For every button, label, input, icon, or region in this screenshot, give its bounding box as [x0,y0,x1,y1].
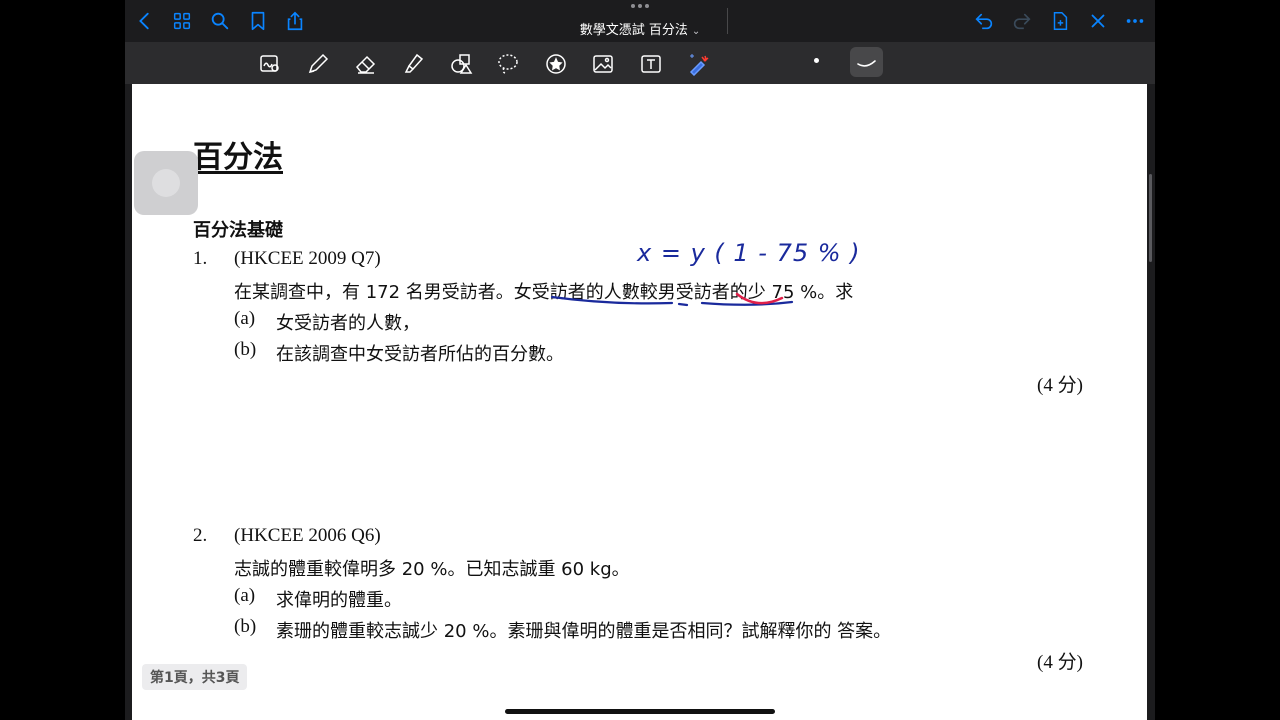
marks-label: (4 分) [1037,375,1083,396]
undo-icon[interactable] [972,9,996,33]
text-icon[interactable] [637,50,665,78]
floating-assistive-button[interactable] [134,151,198,215]
part-text: 女受訪者的人數， [276,313,420,334]
stroke-size-dot[interactable] [814,58,819,63]
multitasking-handle[interactable] [630,4,650,10]
question-stem: 志誠的體重較偉明多 20 %。已知志誠重 60 kg。 [234,559,630,580]
document-title-text[interactable]: 數學文憑試 百分法 [580,23,688,38]
zoom-window-icon[interactable] [256,50,284,78]
image-icon[interactable] [589,50,617,78]
question-number: 1. [193,248,208,269]
tools-toolbar [125,42,1155,84]
navigation-bar: 數學文憑試 百分法 ⌄ [125,0,1155,42]
question-source: (HKCEE 2006 Q6) [234,525,381,546]
chevron-down-icon[interactable]: ⌄ [692,26,700,37]
part-text: 求偉明的體重。 [276,590,402,611]
part-text: 在該調查中女受訪者所佔的百分數。 [276,344,564,365]
home-indicator[interactable] [505,709,775,714]
document-page[interactable]: 百分法 百分法基礎 1. (HKCEE 2009 Q7) 在某調查中，有 172… [132,84,1147,720]
pen-icon[interactable] [304,50,332,78]
toolbar-divider [727,8,728,34]
close-icon[interactable] [1086,9,1110,33]
document-canvas[interactable]: 百分法 百分法基礎 1. (HKCEE 2009 Q7) 在某調查中，有 172… [125,84,1155,720]
more-icon[interactable] [1123,9,1147,33]
page-indicator: 第1頁，共3頁 [142,664,248,690]
highlighter-icon[interactable] [399,50,427,78]
redo-icon[interactable] [1010,9,1034,33]
stroke-preset-button[interactable] [850,47,883,77]
lasso-icon[interactable] [494,50,522,78]
question-source: (HKCEE 2009 Q7) [234,248,381,269]
scrollbar[interactable] [1149,174,1152,262]
add-page-icon[interactable] [1048,9,1072,33]
part-label: (a) [234,585,256,606]
laser-pointer-icon[interactable] [685,50,713,78]
sticker-icon[interactable] [542,50,570,78]
app-window: 數學文憑試 百分法 ⌄ 百分法 百分法基礎 1. (HKCEE 2009 Q7)… [125,0,1155,720]
part-label: (b) [234,616,257,637]
handwritten-equation[interactable]: x = y ( 1 - 75 % ) [637,239,861,267]
page-title: 百分法 [193,140,283,175]
part-label: (a) [234,308,256,329]
shapes-icon[interactable] [447,50,475,78]
question-number: 2. [193,525,208,546]
document-title[interactable]: 數學文憑試 百分法 ⌄ [125,19,1155,38]
marks-label: (4 分) [1037,652,1083,673]
part-text: 素珊的體重較志誠少 20 %。素珊與偉明的體重是否相同？試解釋你的 答案。 [276,621,892,642]
part-label: (b) [234,339,257,360]
section-heading: 百分法基礎 [193,220,283,241]
question-stem: 在某調查中，有 172 名男受訪者。女受訪者的人數較男受訪者的少 75 %。求 [234,282,854,303]
eraser-icon[interactable] [352,50,380,78]
